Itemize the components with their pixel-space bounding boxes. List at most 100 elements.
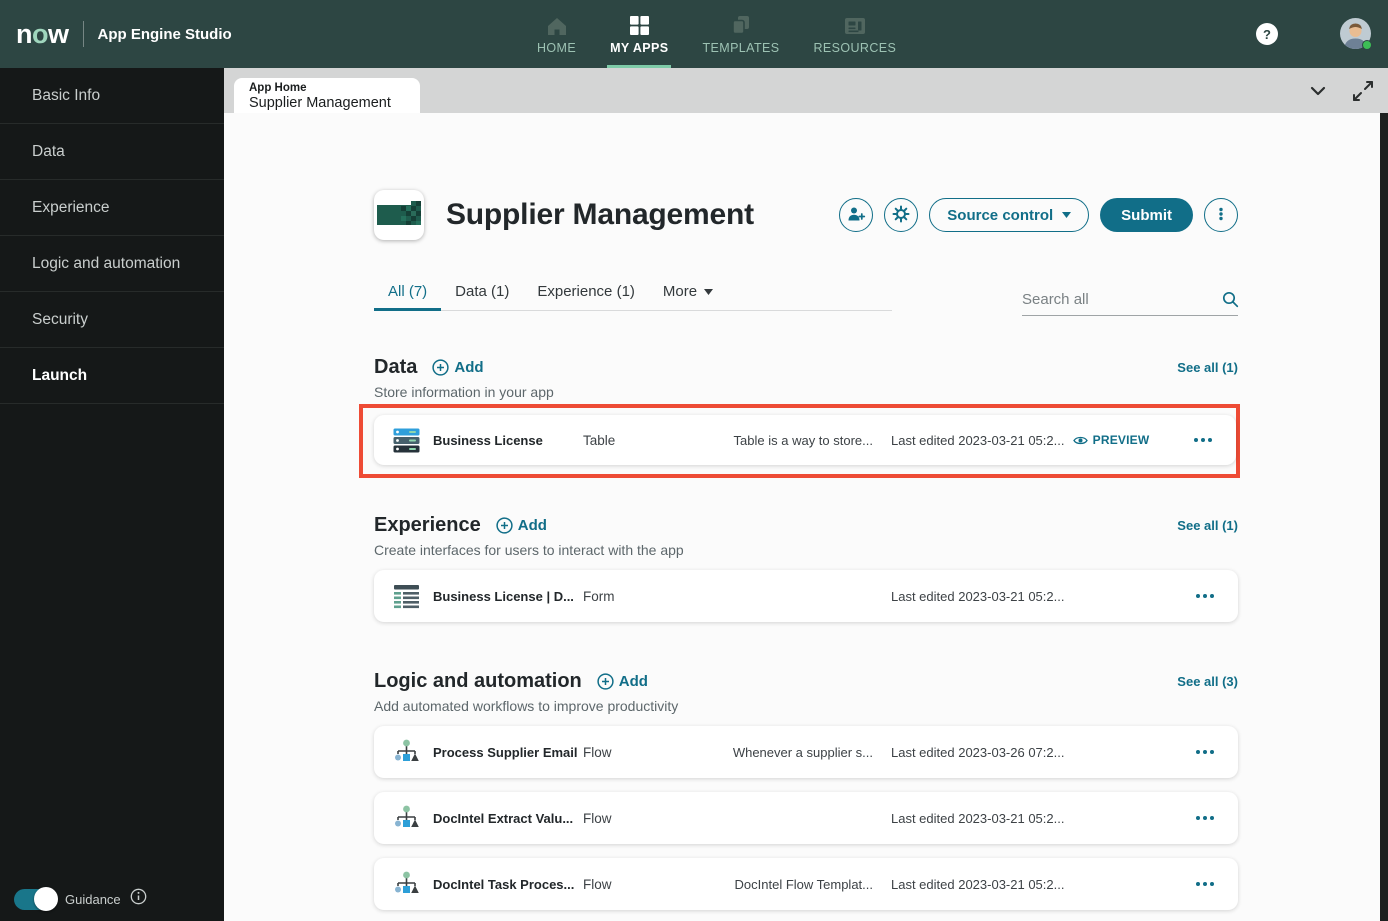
- caret-down-icon: [1062, 212, 1072, 218]
- nav-label: RESOURCES: [813, 40, 897, 55]
- add-user-icon: [847, 205, 866, 226]
- sidebar-item-launch[interactable]: Launch: [0, 348, 224, 404]
- row-more-options-button[interactable]: [1196, 810, 1214, 826]
- row-last-edited: Last edited 2023-03-21 05:2...: [891, 810, 1065, 826]
- flow-icon: [393, 739, 420, 766]
- sidebar-item-basic-info[interactable]: Basic Info: [0, 68, 224, 124]
- guidance-toggle[interactable]: [14, 887, 58, 911]
- plus-circle-icon: [432, 359, 450, 376]
- row-more-options-button[interactable]: [1196, 744, 1214, 760]
- section-subtitle: Create interfaces for users to interact …: [374, 542, 684, 558]
- app-header: Supplier Management Source control Submi…: [374, 190, 1238, 240]
- user-avatar[interactable]: [1340, 18, 1372, 50]
- section-title: Data: [374, 356, 418, 378]
- experience-row-business-license-form[interactable]: Business License | D... Form Last edited…: [374, 570, 1238, 622]
- search-icon[interactable]: [1221, 290, 1239, 308]
- home-icon: [546, 14, 568, 36]
- row-type: Flow: [583, 876, 612, 892]
- kebab-menu-icon: [1212, 205, 1230, 226]
- app-home-tab[interactable]: App Home Supplier Management: [234, 78, 420, 113]
- add-collaborator-button[interactable]: [839, 198, 874, 232]
- section-title: Experience: [374, 514, 481, 536]
- row-description: Table is a way to store...: [733, 432, 873, 448]
- settings-button[interactable]: [884, 198, 919, 232]
- row-type: Table: [583, 432, 616, 448]
- row-more-options-button[interactable]: [1194, 432, 1212, 448]
- row-name: DocIntel Extract Valu...: [433, 810, 574, 826]
- product-name: App Engine Studio: [97, 25, 232, 43]
- search-input[interactable]: [1022, 290, 1221, 308]
- nav-item-resources[interactable]: RESOURCES: [796, 0, 913, 68]
- header-actions: Source control Submit: [839, 198, 1238, 232]
- nav-item-my-apps[interactable]: MY APPS: [593, 0, 685, 68]
- row-last-edited: Last edited 2023-03-21 05:2...: [891, 432, 1065, 448]
- eye-icon: [1072, 435, 1088, 446]
- search-box: [1022, 290, 1239, 316]
- logo-divider: [82, 21, 84, 47]
- add-logic-button[interactable]: Add: [597, 673, 648, 690]
- row-last-edited: Last edited 2023-03-21 05:2...: [891, 876, 1065, 892]
- plus-circle-icon: [496, 517, 513, 534]
- add-label: Add: [517, 517, 547, 534]
- add-label: Add: [618, 673, 648, 690]
- resources-icon: [843, 14, 867, 36]
- row-name: DocIntel Task Proces...: [433, 876, 575, 892]
- tab-more-label: More: [662, 283, 698, 300]
- tab-more[interactable]: More: [649, 283, 727, 310]
- flow-icon: [393, 871, 420, 898]
- row-more-options-button[interactable]: [1196, 588, 1214, 604]
- preview-label: PREVIEW: [1092, 433, 1150, 447]
- section-subtitle: Add automated workflows to improve produ…: [374, 698, 679, 714]
- tab-experience[interactable]: Experience (1): [523, 283, 649, 310]
- templates-icon: [730, 14, 752, 36]
- row-more-options-button[interactable]: [1196, 876, 1214, 892]
- nav-label: TEMPLATES: [702, 40, 780, 55]
- workspace-tab-strip: App Home Supplier Management: [224, 68, 1388, 113]
- app-logo-icon: [374, 190, 424, 240]
- filter-tabs: All (7) Data (1) Experience (1) More: [374, 283, 892, 311]
- info-icon[interactable]: [130, 888, 147, 910]
- submit-button[interactable]: Submit: [1100, 198, 1193, 232]
- left-sidebar: Basic Info Data Experience Logic and aut…: [0, 68, 224, 921]
- chevron-down-icon[interactable]: [1305, 78, 1331, 104]
- see-all-logic-link[interactable]: See all (3): [1177, 674, 1238, 689]
- tab-kicker: App Home: [249, 82, 307, 94]
- guidance-label: Guidance: [65, 891, 121, 907]
- nav-item-home[interactable]: HOME: [520, 0, 593, 68]
- section-header-experience: Experience Add See all (1): [374, 514, 1238, 537]
- section-subtitle: Store information in your app: [374, 384, 554, 400]
- expand-icon[interactable]: [1350, 78, 1376, 104]
- help-icon[interactable]: ?: [1256, 23, 1278, 45]
- sidebar-item-data[interactable]: Data: [0, 124, 224, 180]
- row-last-edited: Last edited 2023-03-21 05:2...: [891, 588, 1065, 604]
- row-type: Flow: [583, 744, 612, 760]
- table-icon: [393, 427, 420, 454]
- now-logo[interactable]: now: [16, 19, 69, 50]
- sidebar-item-experience[interactable]: Experience: [0, 180, 224, 236]
- sidebar-item-security[interactable]: Security: [0, 292, 224, 348]
- logic-row-docintel-extract[interactable]: DocIntel Extract Valu... Flow Last edite…: [374, 792, 1238, 844]
- primary-nav: HOME MY APPS TEMPLATES RESOURCES: [520, 0, 913, 68]
- see-all-experience-link[interactable]: See all (1): [1177, 518, 1238, 533]
- more-actions-button[interactable]: [1204, 198, 1238, 232]
- tab-title: Supplier Management: [249, 95, 391, 111]
- sidebar-item-logic-and-automation[interactable]: Logic and automation: [0, 236, 224, 292]
- tab-data[interactable]: Data (1): [441, 283, 523, 310]
- main-content: Supplier Management Source control Submi…: [224, 113, 1380, 921]
- add-experience-button[interactable]: Add: [496, 517, 547, 534]
- logic-row-process-supplier-email[interactable]: Process Supplier Email Flow Whenever a s…: [374, 726, 1238, 778]
- online-status-dot: [1362, 40, 1372, 50]
- row-description: DocIntel Flow Templat...: [734, 876, 873, 892]
- data-row-business-license[interactable]: Business License Table Table is a way to…: [374, 415, 1236, 465]
- nav-label: HOME: [537, 40, 577, 55]
- see-all-data-link[interactable]: See all (1): [1177, 360, 1238, 375]
- caret-down-icon: [704, 289, 714, 295]
- flow-icon: [393, 805, 420, 832]
- nav-item-templates[interactable]: TEMPLATES: [685, 0, 796, 68]
- preview-button[interactable]: PREVIEW: [1055, 433, 1167, 447]
- add-data-button[interactable]: Add: [432, 359, 484, 376]
- tab-all[interactable]: All (7): [374, 283, 442, 311]
- grid-icon: [629, 14, 650, 36]
- logic-row-docintel-task[interactable]: DocIntel Task Proces... Flow DocIntel Fl…: [374, 858, 1238, 910]
- source-control-button[interactable]: Source control: [929, 198, 1090, 232]
